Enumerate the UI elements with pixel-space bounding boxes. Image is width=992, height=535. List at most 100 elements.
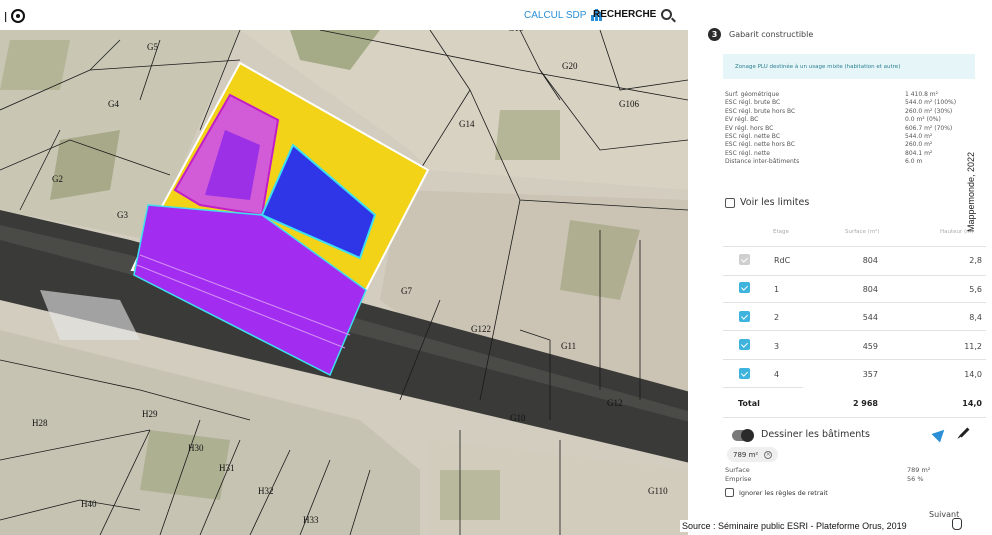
parcel-label: G20 bbox=[562, 61, 578, 71]
cell-hauteur: 11,2 bbox=[964, 342, 982, 351]
cell-surface: 459 bbox=[862, 342, 878, 351]
metric-label: ESC régl. nette hors BC bbox=[725, 141, 795, 149]
metric-row: ESC régl. nette hors BC 260.0 m² bbox=[725, 141, 977, 149]
credit-caption: Mappemonde, 2022 bbox=[966, 151, 976, 232]
cell-hauteur: 8,4 bbox=[969, 313, 982, 322]
parcel-label: G10 bbox=[510, 413, 526, 423]
summary-value: 56 % bbox=[907, 474, 924, 483]
draw-buildings-toggle[interactable] bbox=[732, 429, 754, 442]
cell-surface: 357 bbox=[862, 370, 878, 379]
parcel-label: H31 bbox=[219, 463, 235, 473]
summary-value: 789 m² bbox=[907, 466, 931, 474]
pointer-hand-icon bbox=[952, 518, 962, 530]
cell-hauteur: 14,0 bbox=[964, 370, 982, 379]
aerial-map-canvas bbox=[0, 29, 688, 535]
cell-hauteur: 2,8 bbox=[969, 256, 982, 265]
metric-row: Distance inter-bâtiments 6.0 m bbox=[725, 158, 977, 166]
ignore-retrait-label: Ignorer les règles de retrait bbox=[739, 488, 828, 497]
recherche-button[interactable]: RECHERCHE bbox=[593, 9, 673, 20]
total-surface: 2 968 bbox=[852, 399, 878, 408]
parcel-label: H29 bbox=[142, 409, 158, 419]
row-checkbox[interactable] bbox=[739, 254, 750, 265]
cell-etage: 2 bbox=[774, 313, 780, 322]
row-divider bbox=[723, 275, 986, 276]
parcel-label: G2 bbox=[52, 174, 63, 184]
voir-limites-checkbox[interactable]: Voir les limites bbox=[725, 197, 809, 208]
draw-buildings-label: Dessiner les bâtiments bbox=[761, 429, 870, 440]
metric-label: ESC régl. nette bbox=[725, 149, 770, 157]
area-chip[interactable]: 789 m² × bbox=[727, 447, 779, 462]
step-header: 3 Gabarit constructible bbox=[708, 28, 813, 41]
recherche-label: RECHERCHE bbox=[593, 9, 657, 20]
metric-row: ESC régl. brute hors BC 260.0 m² (30%) bbox=[725, 108, 977, 116]
cell-etage: 1 bbox=[774, 285, 780, 294]
metric-value: 0.0 m² (0%) bbox=[905, 116, 941, 124]
step-title: Gabarit constructible bbox=[729, 30, 814, 39]
cell-surface: 544 bbox=[862, 313, 878, 322]
checkbox-box[interactable] bbox=[725, 488, 734, 497]
row-checkbox[interactable] bbox=[739, 339, 750, 350]
metric-row: Surf. géométrique 1 410.8 m² bbox=[725, 91, 977, 99]
separator-mark: ǀ bbox=[4, 9, 8, 23]
parcel-label: G12 bbox=[607, 398, 623, 408]
metric-row: EV régl. hors BC 606.7 m² (70%) bbox=[725, 125, 977, 133]
metric-value: 544.0 m² bbox=[905, 133, 933, 141]
eye-icon[interactable] bbox=[11, 9, 26, 23]
metric-value: 260.0 m² (30%) bbox=[905, 107, 953, 115]
parcel-label: G4 bbox=[108, 99, 119, 109]
parcel-label: G14 bbox=[459, 119, 475, 129]
metric-row: ESC régl. nette 804.1 m² bbox=[725, 150, 977, 158]
navigation-arrow-icon[interactable] bbox=[931, 425, 949, 443]
map-view[interactable]: ǀ CALCUL SDP RECHERCHE G5 G20 G106 G4 G1… bbox=[0, 0, 688, 535]
summary-row: Emprise 56 % bbox=[725, 475, 977, 484]
metric-value: 606.7 m² (70%) bbox=[905, 124, 953, 132]
pencil-icon[interactable] bbox=[959, 427, 970, 438]
metric-label: ESC régl. brute hors BC bbox=[725, 107, 796, 115]
metric-label: Distance inter-bâtiments bbox=[725, 158, 800, 166]
zoning-notice-text: Zonage PLU destinée à un usage mixte (ha… bbox=[735, 63, 901, 70]
checkbox-box[interactable] bbox=[725, 197, 735, 208]
parcel-label: G122 bbox=[471, 324, 491, 334]
parcel-label: H40 bbox=[81, 499, 97, 509]
step-number-badge: 3 bbox=[708, 28, 721, 41]
row-divider bbox=[723, 387, 803, 388]
metric-row: ESC régl. brute BC 544.0 m² (100%) bbox=[725, 99, 977, 107]
total-hauteur: 14,0 bbox=[962, 399, 982, 408]
close-icon[interactable]: × bbox=[764, 450, 773, 459]
area-chip-label: 789 m² bbox=[733, 450, 759, 459]
summary-row: Surface 789 m² bbox=[725, 466, 977, 475]
parcel-label: G110 bbox=[648, 486, 668, 496]
parcel-label: H30 bbox=[188, 443, 204, 453]
row-divider bbox=[723, 417, 986, 418]
parcel-label: G106 bbox=[619, 99, 639, 109]
total-label: Total bbox=[738, 399, 760, 408]
zoning-notice: Zonage PLU destinée à un usage mixte (ha… bbox=[723, 54, 975, 79]
cell-etage: 3 bbox=[774, 342, 780, 351]
metric-row: ESC régl. nette BC 544.0 m² bbox=[725, 133, 977, 141]
row-checkbox[interactable] bbox=[739, 311, 750, 322]
cell-hauteur: 5,6 bbox=[969, 285, 982, 294]
metric-value: 6.0 m bbox=[905, 158, 923, 166]
summary-label: Emprise bbox=[725, 474, 752, 483]
parcel-label: H33 bbox=[303, 515, 319, 525]
voir-limites-label: Voir les limites bbox=[740, 197, 810, 208]
column-header-surface: Surface (m²) bbox=[845, 229, 880, 235]
metric-label: ESC régl. nette BC bbox=[725, 133, 781, 141]
metric-label: EV régl. BC bbox=[725, 116, 759, 124]
parcel-label: H32 bbox=[258, 486, 274, 496]
row-checkbox[interactable] bbox=[739, 368, 750, 379]
metric-value: 804.1 m² bbox=[905, 149, 933, 157]
parcel-label: H28 bbox=[32, 418, 48, 428]
metric-value: 544.0 m² (100%) bbox=[905, 99, 957, 107]
metric-label: EV régl. hors BC bbox=[725, 124, 774, 132]
side-panel: 3 Gabarit constructible Zonage PLU desti… bbox=[688, 0, 992, 535]
parcel-label: G5 bbox=[147, 42, 158, 52]
summary-label: Surface bbox=[725, 466, 750, 474]
row-divider bbox=[723, 330, 986, 331]
visibility-toggle[interactable]: ǀ bbox=[4, 9, 26, 23]
ignore-retrait-checkbox[interactable]: Ignorer les règles de retrait bbox=[725, 488, 828, 497]
summary-list: Surface 789 m² Emprise 56 % bbox=[725, 466, 977, 483]
search-icon bbox=[661, 9, 673, 20]
row-checkbox[interactable] bbox=[739, 282, 750, 293]
parcel-label: G11 bbox=[561, 341, 577, 351]
